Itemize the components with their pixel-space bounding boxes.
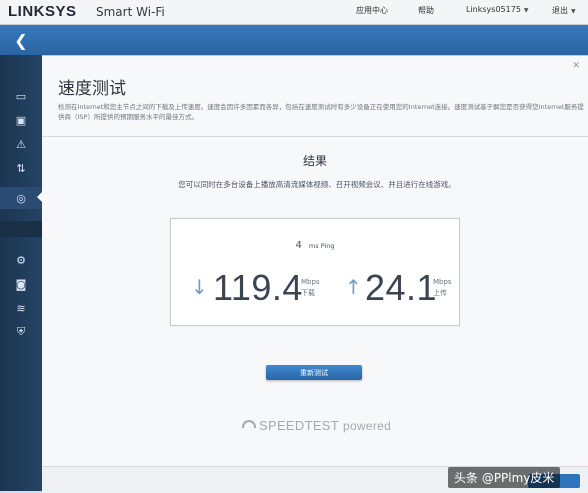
download-unit-block: Mbps 下载 (301, 277, 320, 299)
speedometer-icon: ◎ (16, 191, 26, 205)
download-unit: Mbps (301, 278, 320, 286)
sidebar-item-media[interactable]: ⇅ (0, 157, 42, 179)
ping-readout: 4 ms Ping (171, 233, 459, 252)
account-name: Linksys05175 (466, 5, 521, 14)
ping-unit: ms Ping (308, 242, 335, 250)
upload-label: 上传 (433, 289, 447, 297)
media-priority-icon: ⇅ (16, 161, 26, 175)
chevron-down-icon: ▼ (571, 8, 576, 15)
speedtest-wordmark: SPEEDTEST (259, 418, 339, 433)
sidebar-item-speedtest[interactable]: ◎ (0, 187, 42, 209)
gear-icon: ⚙ (16, 253, 26, 267)
sidebar-item-security[interactable]: ⛨ (0, 321, 42, 343)
download-label: 下载 (301, 289, 315, 297)
warning-icon: ⚠ (16, 137, 26, 151)
chevron-left-icon: ❮ (14, 30, 28, 50)
divider (42, 136, 588, 137)
download-arrow-icon: ↓ (191, 275, 208, 299)
powered-label: powered (343, 419, 392, 433)
speedtest-logo-icon (242, 420, 256, 428)
result-title: 结果 (302, 154, 327, 168)
sidebar-item-devices[interactable]: ▭ (0, 85, 42, 107)
speedtest-branding: SPEEDTEST powered (242, 418, 391, 433)
sidebar-item-wifi[interactable]: ≋ (0, 297, 42, 319)
page-title: 速度测试 (58, 79, 126, 99)
nav-logout[interactable]: 退出 ▼ (552, 5, 576, 16)
sidebar-item-alerts[interactable]: ⚠ (0, 133, 42, 155)
close-icon[interactable]: ✕ (572, 61, 580, 71)
nav-app-center[interactable]: 应用中心 (356, 5, 388, 16)
upload-unit-block: Mbps 上传 (433, 277, 452, 299)
ping-value: 4 (295, 240, 302, 251)
sidebar-divider (0, 221, 42, 237)
product-name: Smart Wi-Fi (96, 5, 165, 19)
nav-account[interactable]: Linksys05175 ▼ (466, 5, 529, 14)
sidebar-item-settings[interactable]: ⚙ (0, 249, 42, 271)
logout-label: 退出 (552, 6, 568, 15)
top-bar: LINKSYS Smart Wi-Fi 应用中心 帮助 Linksys05175… (0, 0, 588, 25)
upload-value: 24.1 (365, 267, 438, 308)
page-description: 检测在Internet和您主节点之间的下载及上传速度。速度会因许多因素而各异，包… (58, 103, 584, 121)
chevron-down-icon: ▼ (523, 7, 529, 14)
devices-icon: ▭ (15, 89, 27, 103)
title-bar (0, 25, 588, 55)
back-button[interactable]: ❮ (0, 25, 42, 55)
briefcase-icon: ▣ (15, 113, 27, 127)
sidebar-item-parental[interactable]: ▣ (0, 109, 42, 131)
download-value: 119.4 (213, 267, 303, 308)
result-summary: 您可以同时在多台设备上播放高清流媒体视频、召开视频会议、并且进行在线游戏。 (178, 180, 456, 189)
sidebar-item-storage[interactable]: ◙ (0, 273, 42, 295)
watermark: 头条 @PPlmy皮米 (448, 467, 561, 488)
camera-icon: ◙ (15, 277, 27, 291)
linksys-logo: LINKSYS (8, 3, 77, 20)
sidebar: ▭ ▣ ⚠ ⇅ ◎ ⚙ ◙ ≋ ⛨ (0, 55, 42, 491)
upload-arrow-icon: ↑ (345, 275, 362, 299)
retest-button[interactable]: 重新测试 (266, 365, 362, 380)
wifi-icon: ≋ (16, 301, 26, 315)
main-panel: 速度测试 ✕ 检测在Internet和您主节点之间的下载及上传速度。速度会因许多… (42, 55, 588, 493)
upload-unit: Mbps (433, 278, 452, 286)
nav-help[interactable]: 帮助 (418, 5, 434, 16)
result-card: 4 ms Ping ↓ 119.4 Mbps 下载 ↑ 24.1 Mbps 上传 (170, 218, 460, 326)
shield-icon: ⛨ (16, 325, 26, 338)
